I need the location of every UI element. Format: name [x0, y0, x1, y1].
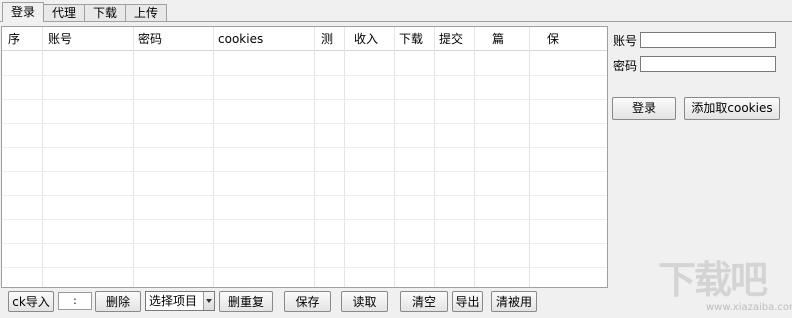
- column-header-articles[interactable]: 篇: [492, 27, 504, 51]
- column-header-password[interactable]: 密码: [138, 27, 162, 51]
- clear-banned-button[interactable]: 清被用: [491, 291, 537, 312]
- delete-button[interactable]: 删除: [95, 291, 141, 312]
- select-item-dropdown[interactable]: 选择项目: [145, 291, 215, 311]
- grid-row-line: [2, 123, 607, 124]
- column-header-income[interactable]: 收入: [354, 27, 378, 51]
- grid-column-line: [314, 27, 315, 287]
- tab-download[interactable]: 下载: [84, 4, 127, 22]
- tab-upload[interactable]: 上传: [125, 4, 168, 22]
- ck-import-button[interactable]: ck导入: [8, 291, 54, 312]
- account-field[interactable]: [640, 32, 776, 48]
- grid-column-line: [42, 27, 43, 287]
- grid-column-line: [133, 27, 134, 287]
- grid-row-line: [2, 171, 607, 172]
- column-header-index[interactable]: 序: [8, 27, 20, 51]
- grid-column-line: [344, 27, 345, 287]
- grid-column-line: [434, 27, 435, 287]
- column-header-test[interactable]: 测: [321, 27, 333, 51]
- chevron-down-icon[interactable]: [203, 292, 214, 310]
- grid-row-line: [2, 75, 607, 76]
- column-header-keep[interactable]: 保: [547, 27, 559, 51]
- grid-row-line: [2, 219, 607, 220]
- watermark-text: 下载吧: [658, 258, 768, 302]
- save-button[interactable]: 保存: [284, 291, 331, 312]
- grid-row-line: [2, 195, 607, 196]
- separator-field[interactable]: :: [58, 292, 92, 310]
- grid-header: 序 账号 密码 cookies 测 收入 下载 提交 篇 保: [2, 27, 607, 51]
- login-button[interactable]: 登录: [612, 97, 676, 120]
- select-item-value: 选择项目: [149, 294, 198, 308]
- export-button[interactable]: 导出: [452, 291, 483, 312]
- grid-column-line: [394, 27, 395, 287]
- clear-button[interactable]: 清空: [400, 291, 448, 312]
- tab-bar: 登录 代理 下载 上传: [2, 2, 168, 22]
- grid-column-line: [474, 27, 475, 287]
- watermark-logo: 下载吧 www.xiazaiba.com: [658, 258, 792, 316]
- grid-column-line: [529, 27, 530, 287]
- watermark-url: www.xiazaiba.com: [706, 302, 792, 313]
- column-header-cookies[interactable]: cookies: [218, 27, 263, 51]
- column-header-download[interactable]: 下载: [399, 27, 423, 51]
- account-label: 账号: [613, 34, 638, 48]
- column-header-account[interactable]: 账号: [48, 27, 72, 51]
- password-label: 密码: [613, 59, 638, 73]
- tab-login[interactable]: 登录: [2, 2, 45, 22]
- grid-row-line: [2, 99, 607, 100]
- password-field[interactable]: [640, 56, 776, 72]
- column-header-submit[interactable]: 提交: [439, 27, 463, 51]
- add-cookies-button[interactable]: 添加取cookies: [684, 97, 780, 120]
- account-grid[interactable]: 序 账号 密码 cookies 测 收入 下载 提交 篇 保: [1, 26, 608, 288]
- grid-row-line: [2, 243, 607, 244]
- grid-row-line: [2, 267, 607, 268]
- tab-proxy[interactable]: 代理: [43, 4, 86, 22]
- read-button[interactable]: 读取: [341, 291, 388, 312]
- dedupe-button[interactable]: 删重复: [219, 291, 273, 312]
- grid-row-line: [2, 147, 607, 148]
- tab-divider: [0, 21, 792, 22]
- grid-column-line: [213, 27, 214, 287]
